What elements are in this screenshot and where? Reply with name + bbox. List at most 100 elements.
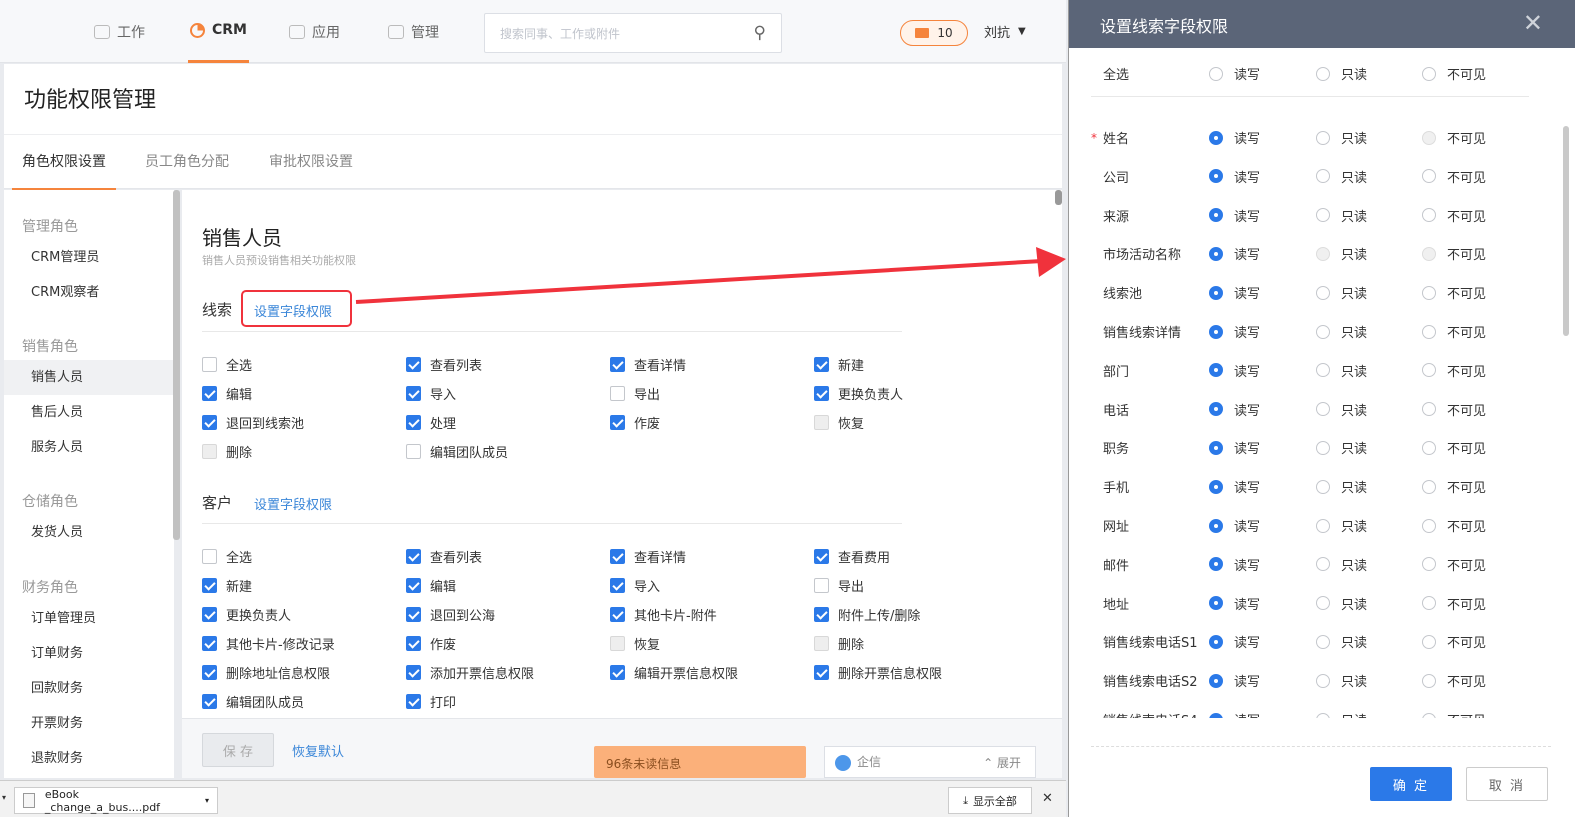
cancel-button[interactable]: 取 消 <box>1466 767 1548 801</box>
radio-icon[interactable] <box>1209 440 1223 455</box>
radio-icon[interactable] <box>1316 673 1330 688</box>
field-option-hidden[interactable]: 不可见 <box>1422 322 1486 341</box>
permission-checkbox[interactable]: 导出 <box>610 384 660 403</box>
permission-checkbox[interactable]: 其他卡片-修改记录 <box>202 634 335 653</box>
checkbox-icon[interactable] <box>406 665 421 680</box>
checkbox-icon[interactable] <box>406 357 421 372</box>
select-all-hidden[interactable]: 不可见 <box>1422 64 1486 83</box>
checkbox-icon[interactable] <box>202 636 217 651</box>
radio-icon[interactable] <box>1316 557 1330 572</box>
radio-icon[interactable] <box>1316 130 1330 145</box>
permission-checkbox[interactable]: 作废 <box>610 413 660 432</box>
radio-icon[interactable] <box>1422 596 1436 611</box>
radio-icon[interactable] <box>1209 169 1223 184</box>
permission-checkbox[interactable]: 编辑开票信息权限 <box>610 663 738 682</box>
field-option-ro[interactable]: 只读 <box>1316 438 1367 457</box>
field-option-ro[interactable]: 只读 <box>1316 244 1367 263</box>
field-option-ro[interactable]: 只读 <box>1316 555 1367 574</box>
field-option-rw[interactable]: 读写 <box>1209 516 1260 535</box>
permission-checkbox[interactable]: 更换负责人 <box>814 384 903 403</box>
tab-approval-permissions[interactable]: 审批权限设置 <box>269 135 353 190</box>
checkbox-icon[interactable] <box>610 549 625 564</box>
field-option-ro[interactable]: 只读 <box>1316 671 1367 690</box>
checkbox-icon[interactable] <box>610 665 625 680</box>
field-option-rw[interactable]: 读写 <box>1209 283 1260 302</box>
field-option-ro[interactable]: 只读 <box>1316 361 1367 380</box>
field-option-rw[interactable]: 读写 <box>1209 322 1260 341</box>
field-option-ro[interactable]: 只读 <box>1316 516 1367 535</box>
nav-apps[interactable]: 应用 <box>289 0 340 63</box>
radio-icon[interactable] <box>1422 324 1436 339</box>
field-option-ro[interactable]: 只读 <box>1316 477 1367 496</box>
qixin-bar[interactable]: 企信 ⌃ 展开 <box>824 746 1036 778</box>
tab-employee-roles[interactable]: 员工角色分配 <box>145 135 229 190</box>
confirm-button[interactable]: 确 定 <box>1370 767 1452 801</box>
radio-icon[interactable] <box>1209 324 1223 339</box>
field-option-ro[interactable]: 只读 <box>1316 710 1367 718</box>
sidebar-item-crm-admin[interactable]: CRM管理员 <box>4 240 174 275</box>
radio-icon[interactable] <box>1209 246 1223 261</box>
checkbox-icon[interactable] <box>406 578 421 593</box>
permission-checkbox[interactable]: 查看详情 <box>610 547 686 566</box>
permission-checkbox[interactable]: 删除开票信息权限 <box>814 663 942 682</box>
radio-icon[interactable] <box>1209 402 1223 417</box>
radio-icon[interactable] <box>1316 518 1330 533</box>
permission-checkbox[interactable]: 编辑 <box>406 576 456 595</box>
customers-field-permission-link[interactable]: 设置字段权限 <box>254 494 332 513</box>
radio-icon[interactable] <box>1209 518 1223 533</box>
checkbox-icon[interactable] <box>202 607 217 622</box>
radio-icon[interactable] <box>1316 440 1330 455</box>
nav-crm[interactable]: CRM <box>188 0 249 63</box>
nav-manage[interactable]: 管理 <box>388 0 439 63</box>
download-item[interactable]: eBook _change_a_bus....pdf ▾ <box>14 787 218 814</box>
checkbox-icon[interactable] <box>406 386 421 401</box>
radio-icon[interactable] <box>1316 208 1330 223</box>
permission-checkbox[interactable]: 编辑团队成员 <box>406 442 508 461</box>
field-option-rw[interactable]: 读写 <box>1209 400 1260 419</box>
checkbox-icon[interactable] <box>202 444 217 459</box>
radio-icon[interactable] <box>1209 285 1223 300</box>
permission-checkbox[interactable]: 导出 <box>814 576 864 595</box>
permission-checkbox[interactable]: 查看列表 <box>406 547 482 566</box>
radio-icon[interactable] <box>1209 363 1223 378</box>
checkbox-icon[interactable] <box>202 549 217 564</box>
field-option-hidden[interactable]: 不可见 <box>1422 438 1486 457</box>
field-option-rw[interactable]: 读写 <box>1209 594 1260 613</box>
radio-icon[interactable] <box>1209 634 1223 649</box>
message-button[interactable]: 10 <box>900 20 968 46</box>
sidebar-item-payment-finance[interactable]: 回款财务 <box>4 671 174 706</box>
sidebar-item-shipping[interactable]: 发货人员 <box>4 515 174 550</box>
permission-checkbox[interactable]: 退回到公海 <box>406 605 495 624</box>
checkbox-icon[interactable] <box>406 636 421 651</box>
radio-icon[interactable] <box>1209 130 1223 145</box>
radio-icon[interactable] <box>1422 440 1436 455</box>
permission-checkbox[interactable]: 删除地址信息权限 <box>202 663 330 682</box>
field-option-rw[interactable]: 读写 <box>1209 710 1260 718</box>
permission-checkbox[interactable]: 导入 <box>406 384 456 403</box>
user-menu[interactable]: 刘抗 ▼ <box>984 0 1026 63</box>
radio-icon[interactable] <box>1422 285 1436 300</box>
checkbox-icon[interactable] <box>610 386 625 401</box>
field-option-hidden[interactable]: 不可见 <box>1422 206 1486 225</box>
sidebar-scrollbar[interactable] <box>173 190 180 540</box>
permission-checkbox[interactable]: 新建 <box>814 355 864 374</box>
field-option-rw[interactable]: 读写 <box>1209 361 1260 380</box>
radio-icon[interactable] <box>1422 557 1436 572</box>
show-all-downloads-button[interactable]: ⤓ 显示全部 <box>948 787 1032 814</box>
checkbox-icon[interactable] <box>814 578 829 593</box>
radio-icon[interactable] <box>1316 634 1330 649</box>
field-option-hidden[interactable]: 不可见 <box>1422 671 1486 690</box>
checkbox-icon[interactable] <box>814 636 829 651</box>
radio-icon[interactable] <box>1209 66 1223 81</box>
field-option-ro[interactable]: 只读 <box>1316 594 1367 613</box>
checkbox-icon[interactable] <box>406 415 421 430</box>
field-option-ro[interactable]: 只读 <box>1316 632 1367 651</box>
field-option-hidden[interactable]: 不可见 <box>1422 128 1486 147</box>
permission-checkbox[interactable]: 全选 <box>202 547 252 566</box>
unread-messages-bar[interactable]: 96条未读信息 <box>594 746 806 778</box>
checkbox-icon[interactable] <box>202 357 217 372</box>
radio-icon[interactable] <box>1209 479 1223 494</box>
radio-icon[interactable] <box>1422 363 1436 378</box>
permission-checkbox[interactable]: 查看费用 <box>814 547 890 566</box>
panel-scrollbar[interactable] <box>1563 126 1569 336</box>
